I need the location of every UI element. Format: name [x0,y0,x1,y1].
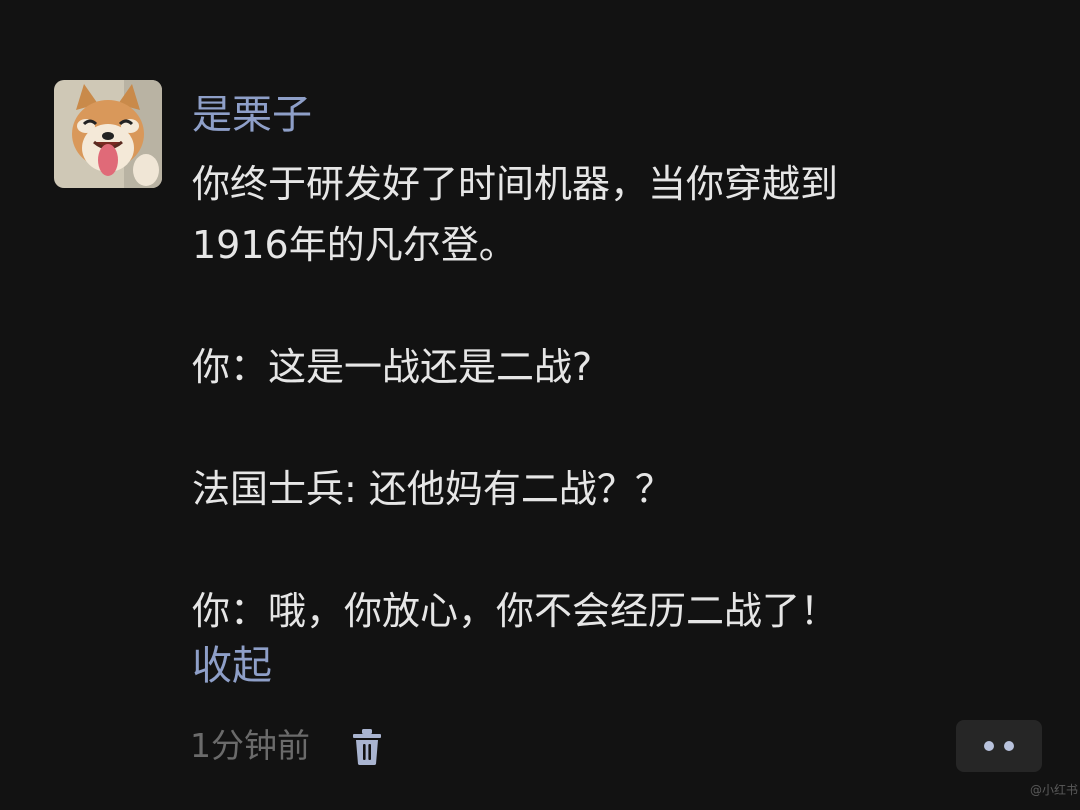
comment-line: 你：哦，你放心，你不会经历二战了！ [192,589,839,633]
comment-line: 1916年的凡尔登。 [192,223,517,267]
collapse-link[interactable]: 收起 [192,638,272,694]
more-dots-icon [984,741,994,751]
comment-line: 法国士兵: 还他妈有二战？？ [192,467,673,511]
username[interactable]: 是栗子 [192,88,312,142]
avatar[interactable] [54,80,162,188]
comment-line: 你：这是一战还是二战? [192,345,593,389]
comment-blank-line [192,276,1052,337]
shiba-dog-avatar-icon [54,80,162,188]
comment-blank-line [192,398,1052,459]
trash-icon[interactable] [350,728,384,766]
more-button[interactable] [956,720,1042,772]
comment-blank-line [192,520,1052,581]
comment-line: 你终于研发好了时间机器，当你穿越到 [192,162,839,206]
more-dots-icon [1004,741,1014,751]
comment-body: 你终于研发好了时间机器，当你穿越到 1916年的凡尔登。 你：这是一战还是二战?… [192,154,1052,642]
timestamp: 1分钟前 [190,726,310,765]
watermark: @小红书 [1030,783,1079,797]
